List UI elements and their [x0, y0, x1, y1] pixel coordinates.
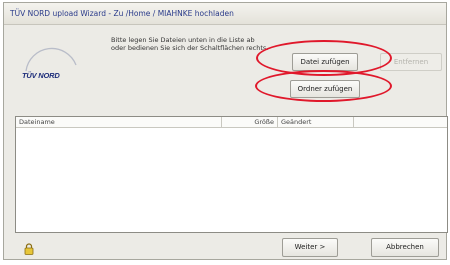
logo-text: TÜV NORD — [22, 71, 60, 80]
column-header-changed[interactable]: Geändert — [278, 117, 354, 127]
tuv-nord-logo: TÜV NORD — [20, 41, 80, 81]
window-title: TÜV NORD upload Wizard - Zu /Home / MIAH… — [4, 3, 446, 25]
instructions-text: Bitte legen Sie Dateien unten in die Lis… — [111, 36, 269, 52]
column-header-filename[interactable]: Dateiname — [16, 117, 222, 127]
cancel-button[interactable]: Abbrechen — [371, 238, 439, 257]
next-button[interactable]: Weiter > — [282, 238, 338, 257]
column-header-size[interactable]: Größe — [222, 117, 278, 127]
highlight-ring-add-folder — [255, 70, 392, 102]
file-list-table[interactable]: Dateiname Größe Geändert — [15, 116, 448, 233]
table-header: Dateiname Größe Geändert — [16, 117, 447, 128]
lock-icon — [24, 243, 34, 255]
upload-wizard-window: TÜV NORD upload Wizard - Zu /Home / MIAH… — [3, 2, 448, 260]
